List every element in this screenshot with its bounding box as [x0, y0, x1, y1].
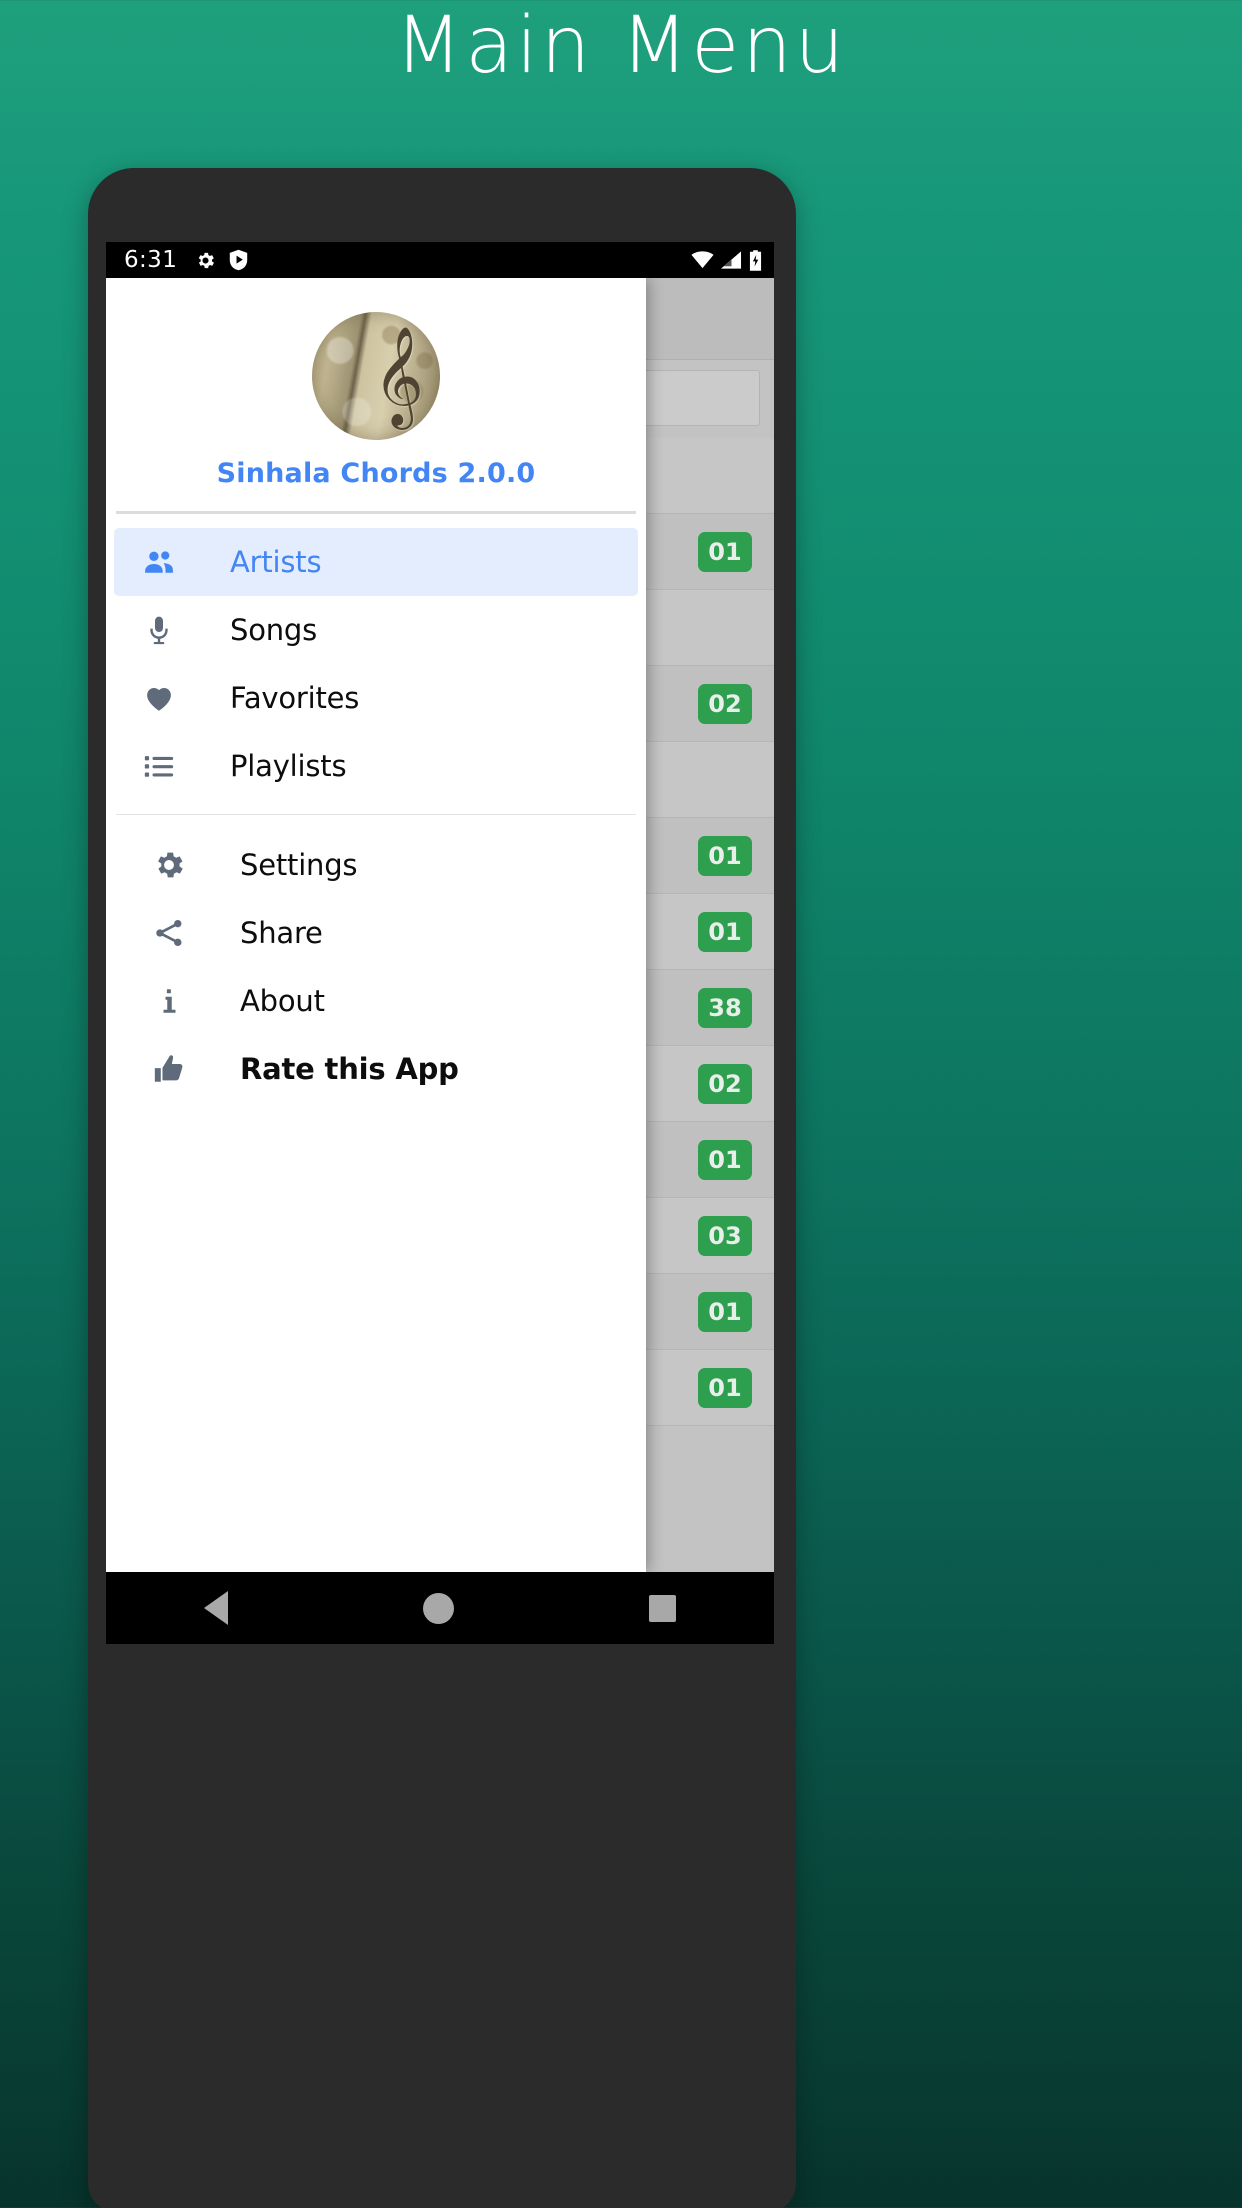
- treble-clef-icon: 𝄞: [373, 326, 424, 426]
- play-protect-shield-icon: [229, 249, 248, 271]
- sidebar-item-share[interactable]: Share: [124, 899, 628, 967]
- back-button-icon[interactable]: [203, 1591, 228, 1625]
- page-title: Main Menu: [394, 1, 848, 91]
- wifi-icon: [691, 251, 714, 269]
- sidebar-item-settings[interactable]: Settings: [124, 831, 628, 899]
- sidebar-item-label: Share: [240, 916, 323, 950]
- sidebar-item-favorites[interactable]: Favorites: [114, 664, 638, 732]
- status-bar: 6:31: [106, 242, 774, 278]
- battery-charging-icon: [749, 249, 762, 271]
- status-bar-clock: 6:31: [124, 247, 178, 273]
- sidebar-item-playlists[interactable]: Playlists: [114, 732, 638, 800]
- people-icon: [136, 539, 182, 585]
- info-icon: [146, 978, 192, 1024]
- drawer-primary-menu: Artists Songs Favorites Playlists: [106, 514, 646, 800]
- sidebar-item-artists[interactable]: Artists: [114, 528, 638, 596]
- microphone-icon: [136, 607, 182, 653]
- status-badge: 01: [698, 531, 752, 572]
- app-name-version: Sinhala Chords 2.0.0: [216, 458, 536, 489]
- status-badge: 03: [698, 1215, 752, 1256]
- android-navigation-bar: [106, 1572, 774, 1644]
- status-badge: 01: [698, 835, 752, 876]
- drawer-secondary-menu: Settings Share About Rate this App: [116, 814, 636, 1103]
- app-logo-icon: 𝄞: [312, 312, 440, 440]
- sidebar-item-label: Rate this App: [240, 1052, 459, 1086]
- status-badge: 02: [698, 1063, 752, 1104]
- sidebar-item-about[interactable]: About: [124, 967, 628, 1035]
- navigation-drawer[interactable]: 𝄞 Sinhala Chords 2.0.0 Artists Songs Fav…: [106, 278, 646, 1572]
- cellular-signal-icon: [721, 251, 742, 269]
- status-badge: 01: [698, 911, 752, 952]
- status-badge: 01: [698, 1291, 752, 1332]
- sidebar-item-songs[interactable]: Songs: [114, 596, 638, 664]
- drawer-header: 𝄞 Sinhala Chords 2.0.0: [116, 278, 636, 514]
- sidebar-item-rate-this-app[interactable]: Rate this App: [124, 1035, 628, 1103]
- heart-icon: [136, 675, 182, 721]
- status-badge: 38: [698, 987, 752, 1028]
- share-icon: [146, 910, 192, 956]
- sidebar-item-label: Favorites: [230, 681, 360, 715]
- gear-icon: [146, 842, 192, 888]
- phone-frame-mockup: 6:31 01 02 01 01 38 02 01 03 01 01 𝄞 Sin…: [88, 168, 796, 2208]
- sidebar-item-label: Artists: [230, 545, 322, 579]
- status-badge: 02: [698, 683, 752, 724]
- recents-button-icon[interactable]: [649, 1594, 677, 1622]
- phone-screen: 6:31 01 02 01 01 38 02 01 03 01 01 𝄞 Sin…: [106, 242, 774, 1572]
- home-button-icon[interactable]: [422, 1592, 454, 1624]
- gear-icon: [195, 250, 216, 271]
- sidebar-item-label: Songs: [230, 613, 318, 647]
- list-icon: [136, 743, 182, 789]
- status-badge: 01: [698, 1139, 752, 1180]
- status-bar-system-icons: [691, 249, 762, 271]
- thumbs-up-icon: [146, 1046, 192, 1092]
- sidebar-item-label: Settings: [240, 848, 358, 882]
- status-bar-notification-icons: [195, 249, 248, 271]
- sidebar-item-label: Playlists: [230, 749, 347, 783]
- sidebar-item-label: About: [240, 984, 325, 1018]
- status-badge: 01: [698, 1367, 752, 1408]
